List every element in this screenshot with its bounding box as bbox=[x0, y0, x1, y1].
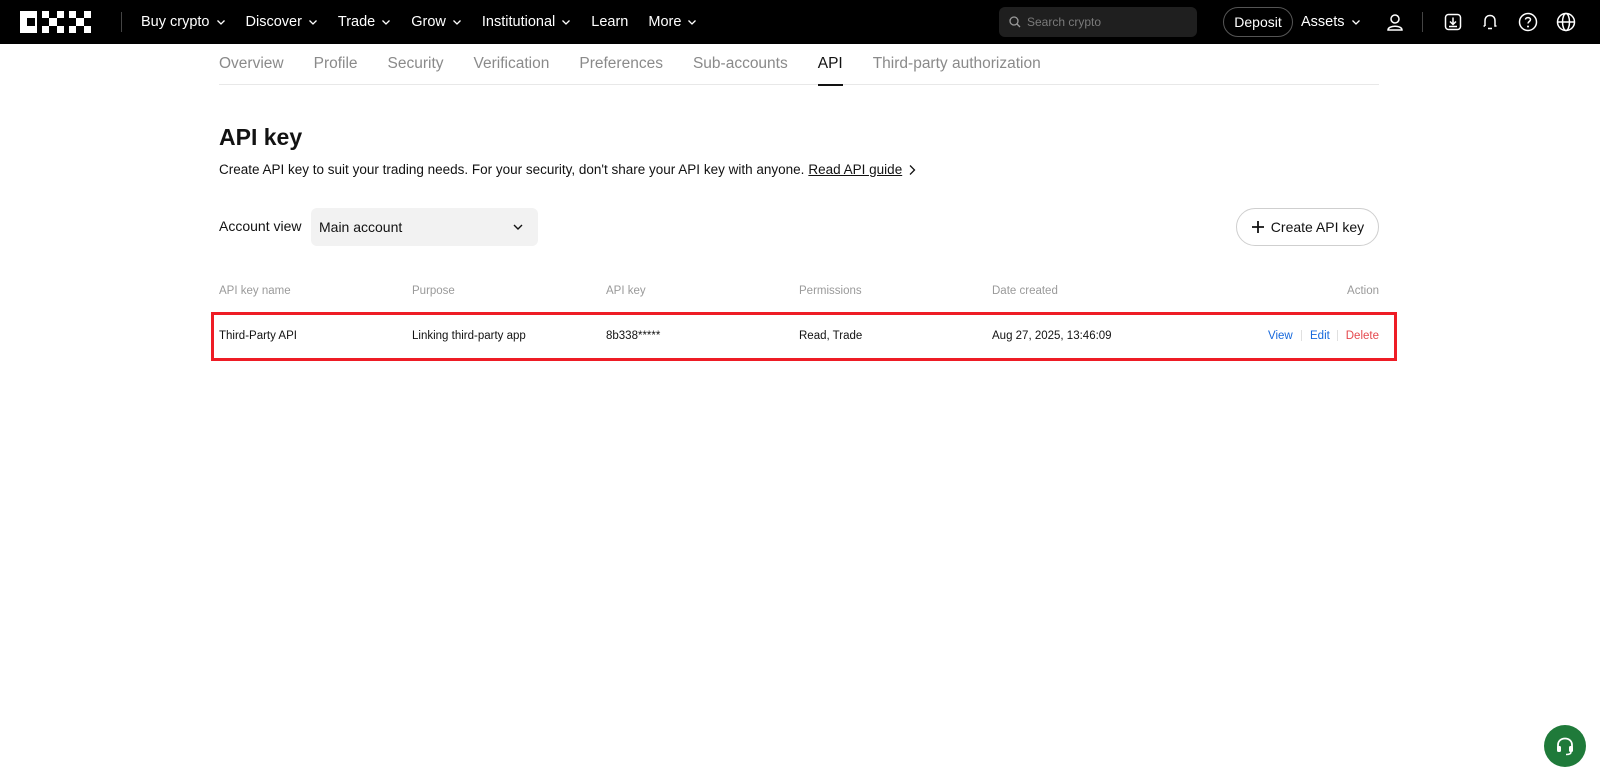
column-header-api-key: API key bbox=[606, 285, 646, 297]
tab-preferences[interactable]: Preferences bbox=[579, 44, 663, 85]
chevron-down-icon bbox=[452, 20, 461, 25]
nav-item-label: Institutional bbox=[481, 14, 556, 30]
nav-item-label: Grow bbox=[411, 14, 446, 30]
chevron-down-icon bbox=[308, 20, 317, 25]
page-title: API key bbox=[219, 124, 303, 150]
chevron-down-icon bbox=[513, 224, 523, 230]
edit-link[interactable]: Edit bbox=[1310, 330, 1330, 342]
nav-divider bbox=[1422, 12, 1423, 32]
create-api-key-button[interactable]: Create API key bbox=[1236, 208, 1379, 246]
chevron-down-icon bbox=[382, 20, 391, 25]
nav-item-label: Learn bbox=[591, 14, 629, 30]
nav-item-label: Trade bbox=[337, 14, 376, 30]
action-separator bbox=[1337, 330, 1338, 341]
tab-api[interactable]: API bbox=[817, 44, 843, 86]
account-view-select[interactable]: Main account bbox=[311, 208, 538, 246]
account-view-label: Account view bbox=[219, 218, 302, 234]
nav-discover[interactable]: Discover bbox=[246, 14, 318, 30]
tab-overview[interactable]: Overview bbox=[219, 44, 284, 85]
cell-api-key-name: Third-Party API bbox=[219, 330, 297, 342]
chevron-down-icon bbox=[688, 20, 697, 25]
nav-grow[interactable]: Grow bbox=[411, 14, 462, 30]
search-box[interactable] bbox=[999, 7, 1197, 37]
column-header-action: Action bbox=[1347, 285, 1379, 297]
description-text: Create API key to suit your trading need… bbox=[219, 162, 805, 177]
nav-learn[interactable]: Learn bbox=[591, 14, 628, 30]
globe-icon[interactable] bbox=[1556, 12, 1576, 32]
bell-icon[interactable] bbox=[1480, 12, 1500, 32]
plus-icon bbox=[1251, 221, 1264, 233]
tab-verification[interactable]: Verification bbox=[474, 44, 550, 85]
chevron-down-icon bbox=[216, 20, 225, 25]
nav-buy-crypto[interactable]: Buy crypto bbox=[141, 14, 226, 30]
download-icon[interactable] bbox=[1443, 12, 1463, 32]
chevron-right-icon bbox=[909, 164, 916, 175]
column-header-permissions: Permissions bbox=[799, 285, 862, 297]
assets-label: Assets bbox=[1301, 14, 1345, 30]
action-separator bbox=[1301, 330, 1302, 341]
create-api-key-label: Create API key bbox=[1270, 219, 1365, 235]
support-button[interactable] bbox=[1544, 725, 1586, 767]
cell-date-created: Aug 27, 2025, 13:46:09 bbox=[992, 330, 1112, 342]
nav-more[interactable]: More bbox=[648, 14, 697, 30]
account-view-value: Main account bbox=[319, 219, 403, 235]
column-header-purpose: Purpose bbox=[412, 285, 455, 297]
tab-sub-accounts[interactable]: Sub-accounts bbox=[693, 44, 788, 85]
tab-third-party-authorization[interactable]: Third-party authorization bbox=[873, 44, 1041, 85]
okx-logo[interactable] bbox=[20, 11, 96, 33]
nav-divider bbox=[121, 12, 122, 32]
nav-trade[interactable]: Trade bbox=[338, 14, 391, 30]
nav-item-label: More bbox=[648, 14, 682, 30]
column-header-date-created: Date created bbox=[992, 285, 1058, 297]
tab-profile[interactable]: Profile bbox=[314, 44, 358, 85]
tab-security[interactable]: Security bbox=[388, 44, 444, 85]
search-icon bbox=[1009, 16, 1021, 28]
assets-menu[interactable]: Assets bbox=[1301, 0, 1361, 44]
read-api-guide-link[interactable]: Read API guide bbox=[808, 162, 902, 177]
account-tabs: Overview Profile Security Verification P… bbox=[219, 44, 1379, 86]
nav-institutional[interactable]: Institutional bbox=[482, 14, 571, 30]
user-icon[interactable] bbox=[1385, 12, 1405, 32]
nav-item-label: Buy crypto bbox=[141, 14, 210, 30]
delete-link[interactable]: Delete bbox=[1346, 330, 1379, 342]
search-input[interactable] bbox=[1027, 15, 1187, 29]
help-icon[interactable] bbox=[1518, 12, 1538, 32]
top-navbar: Buy crypto Discover Trade Grow Instituti… bbox=[0, 0, 1600, 44]
nav-item-label: Discover bbox=[245, 14, 302, 30]
cell-purpose: Linking third-party app bbox=[412, 330, 526, 342]
deposit-button[interactable]: Deposit bbox=[1223, 7, 1293, 37]
cell-api-key: 8b338***** bbox=[606, 330, 661, 342]
headset-icon bbox=[1557, 737, 1573, 756]
view-link[interactable]: View bbox=[1268, 330, 1293, 342]
table-header: API key name Purpose API key Permissions… bbox=[219, 285, 1379, 301]
chevron-down-icon bbox=[562, 20, 571, 25]
chevron-down-icon bbox=[1351, 20, 1360, 25]
page-description: Create API key to suit your trading need… bbox=[219, 162, 916, 177]
table-row: Third-Party API Linking third-party app … bbox=[219, 330, 1379, 346]
main-menu: Buy crypto Discover Trade Grow Instituti… bbox=[141, 0, 717, 44]
column-header-name: API key name bbox=[219, 285, 291, 297]
cell-permissions: Read, Trade bbox=[799, 330, 863, 342]
